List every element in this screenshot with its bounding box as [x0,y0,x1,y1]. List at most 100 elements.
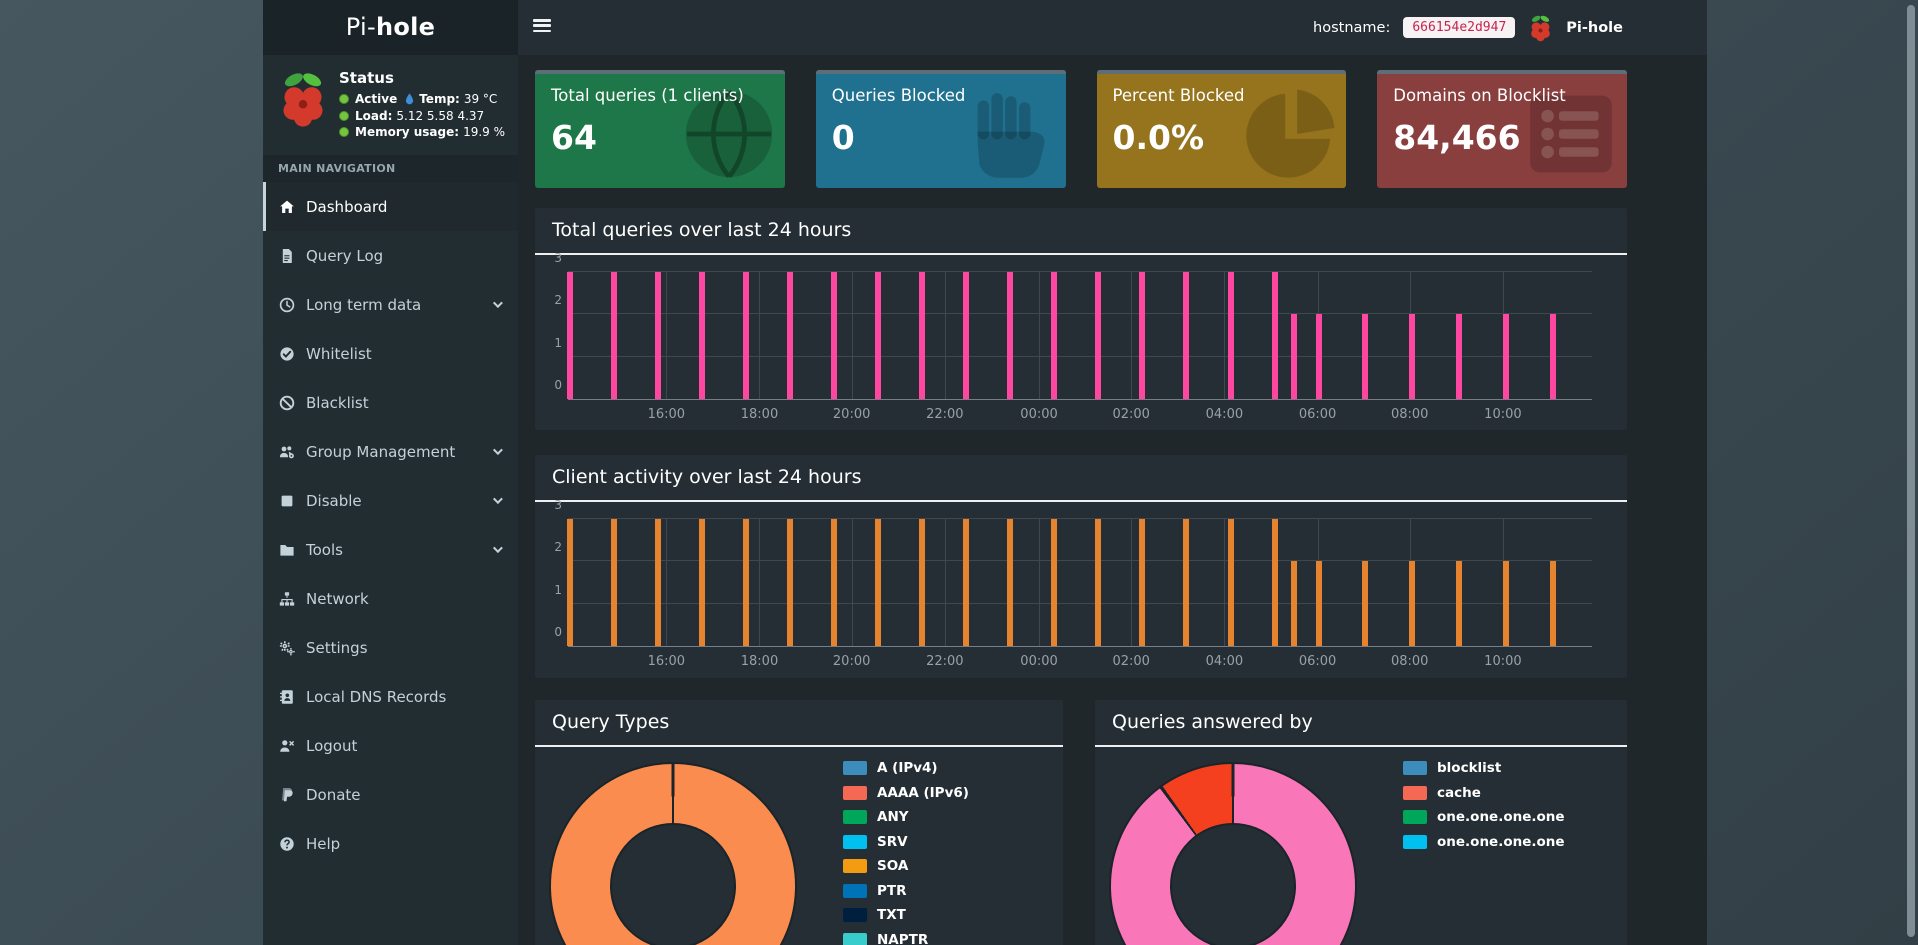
bar [875,519,882,646]
sidebar-item-group-management[interactable]: Group Management [263,427,518,476]
status-row-active: Active Temp: 39 °C [339,92,505,106]
query-types-donut-chart[interactable] [549,762,797,945]
legend-item-a-ipv4[interactable]: A (IPv4) [843,760,969,776]
legend-label: SRV [877,833,908,850]
gridline [568,271,1592,272]
legend-swatch [843,859,867,873]
x-axis-tick-label: 02:00 [1112,407,1150,422]
clients-chart-panel: Client activity over last 24 hours 3 2 1 0 16… [535,455,1627,678]
legend-swatch [843,908,867,922]
sidebar-item-label: Group Management [306,442,456,461]
legend-item-blocklist[interactable]: blocklist [1403,760,1565,776]
y-axis-tick-label: 2 [554,293,562,308]
sidebar-item-disable[interactable]: Disable [263,476,518,525]
legend-swatch [843,932,867,945]
card-title: Total queries (1 clients) [551,86,744,105]
legend-item-one-one-one-one[interactable]: one.one.one.one [1403,809,1565,825]
gridline [851,519,853,646]
bar [1408,314,1415,399]
sidebar-toggle-button[interactable] [533,19,551,35]
bar [1007,272,1014,399]
chevron-down-icon [492,494,503,505]
load-label: Load: [355,108,393,123]
gridline [1224,519,1226,646]
status-box: Status Active Temp: 39 °C Load: 5.12 5.5… [263,55,518,155]
panel-title: Total queries over last 24 hours [535,208,1627,255]
paypal-icon [282,787,293,801]
legend-label: TXT [877,907,906,923]
queries-answered-by-donut-chart[interactable] [1109,762,1357,945]
page-scrollbar[interactable] [1907,5,1915,937]
help-icon [280,836,294,851]
legend-swatch [843,785,867,800]
query-types-legend: A (IPv4) AAAA (IPv6) ANY SRV SOA PTR TXT NAPTR [843,760,969,945]
legend-item-aaaa-ipv6[interactable]: AAAA (IPv6) [843,785,969,801]
legend-item-any[interactable]: ANY [843,809,969,825]
sidebar-item-logout[interactable]: Logout [263,721,518,770]
legend-item-naptr[interactable]: NAPTR [843,932,969,945]
bar [1227,272,1234,399]
gridline [666,272,668,399]
sidebar-item-donate[interactable]: Donate [263,770,518,819]
bar [831,519,838,646]
status-row-load: Load: 5.12 5.58 4.37 [339,109,505,123]
clients-over-time-chart[interactable]: 3 2 1 0 16:00 18:00 20:00 22:00 00:00 02:00 04:00 0… [554,498,1592,669]
sidebar-item-settings[interactable]: Settings [263,623,518,672]
bar [567,272,574,399]
bar [1315,561,1322,646]
sidebar-item-blacklist[interactable]: Blacklist [263,378,518,427]
legend-item-ptr[interactable]: PTR [843,883,969,899]
legend-label: one.one.one.one [1437,809,1565,825]
legend-item-cache[interactable]: cache [1403,785,1565,801]
stop-icon [281,495,293,506]
legend-swatch [1403,834,1427,849]
x-axis-tick-label: 16:00 [647,407,686,422]
sitemap-icon [279,591,295,606]
bar [1361,561,1368,646]
load-value: 5.12 5.58 4.37 [396,108,485,123]
card-percent-blocked: Percent Blocked 0.0% [1096,70,1347,188]
bar [963,272,970,399]
sidebar-item-long-term-data[interactable]: Long term data [263,280,518,329]
x-axis-tick-label: 10:00 [1484,407,1522,422]
legend-item-srv[interactable]: SRV [843,834,969,850]
x-axis-tick-label: 06:00 [1298,407,1337,422]
card-queries-blocked: Queries Blocked 0 [815,70,1066,188]
navbar-brand-text: Pi-hole [1566,19,1623,36]
bar [1007,519,1014,646]
bar [1051,272,1058,399]
legend-item-one-one-one-one[interactable]: one.one.one.one [1403,834,1565,850]
bar [1455,561,1462,646]
sidebar-item-tools[interactable]: Tools [263,525,518,574]
brand-logo[interactable]: Pi-hole [263,0,518,55]
gridline [568,355,1592,357]
hostname-badge: 666154e2d947 [1403,17,1516,38]
sidebar-section-label: MAIN NAVIGATION [263,155,518,182]
y-axis-tick-label: 0 [554,625,562,639]
file-icon [282,248,292,263]
sidebar-item-local-dns-records[interactable]: Local DNS Records [263,672,518,721]
sidebar-item-whitelist[interactable]: Whitelist [263,329,518,378]
summary-cards-row: Total queries (1 clients) 64 Queries Block… [535,70,1627,188]
queries-over-time-chart[interactable]: 3 2 1 0 16:00 18:00 20:00 22:00 00:00 02:00 04:00 0… [554,251,1592,422]
legend-item-soa[interactable]: SOA [843,858,969,874]
sidebar-item-dashboard[interactable]: Dashboard [263,182,518,231]
bar [919,272,926,399]
sidebar-item-label: Settings [306,638,368,657]
top-navbar: Pi-hole hostname: 666154e2d947 Pi-hole [263,0,1707,55]
sidebar-item-label: Blacklist [306,393,369,412]
memory-label: Memory usage: [355,125,460,139]
bar [1291,314,1298,399]
legend-item-txt[interactable]: TXT [843,907,969,923]
sidebar-item-network[interactable]: Network [263,574,518,623]
x-axis-tick-label: 22:00 [926,654,964,669]
sidebar-item-query-log[interactable]: Query Log [263,231,518,280]
card-domains-blocklist: Domains on Blocklist 84,466 [1377,70,1627,188]
card-top-strip [1096,70,1347,74]
gridline [851,272,853,399]
gridline [1131,519,1133,646]
bar [1183,519,1190,646]
sidebar-item-help[interactable]: Help [263,819,518,868]
panel-title: Client activity over last 24 hours [535,455,1627,502]
bar [743,272,750,399]
